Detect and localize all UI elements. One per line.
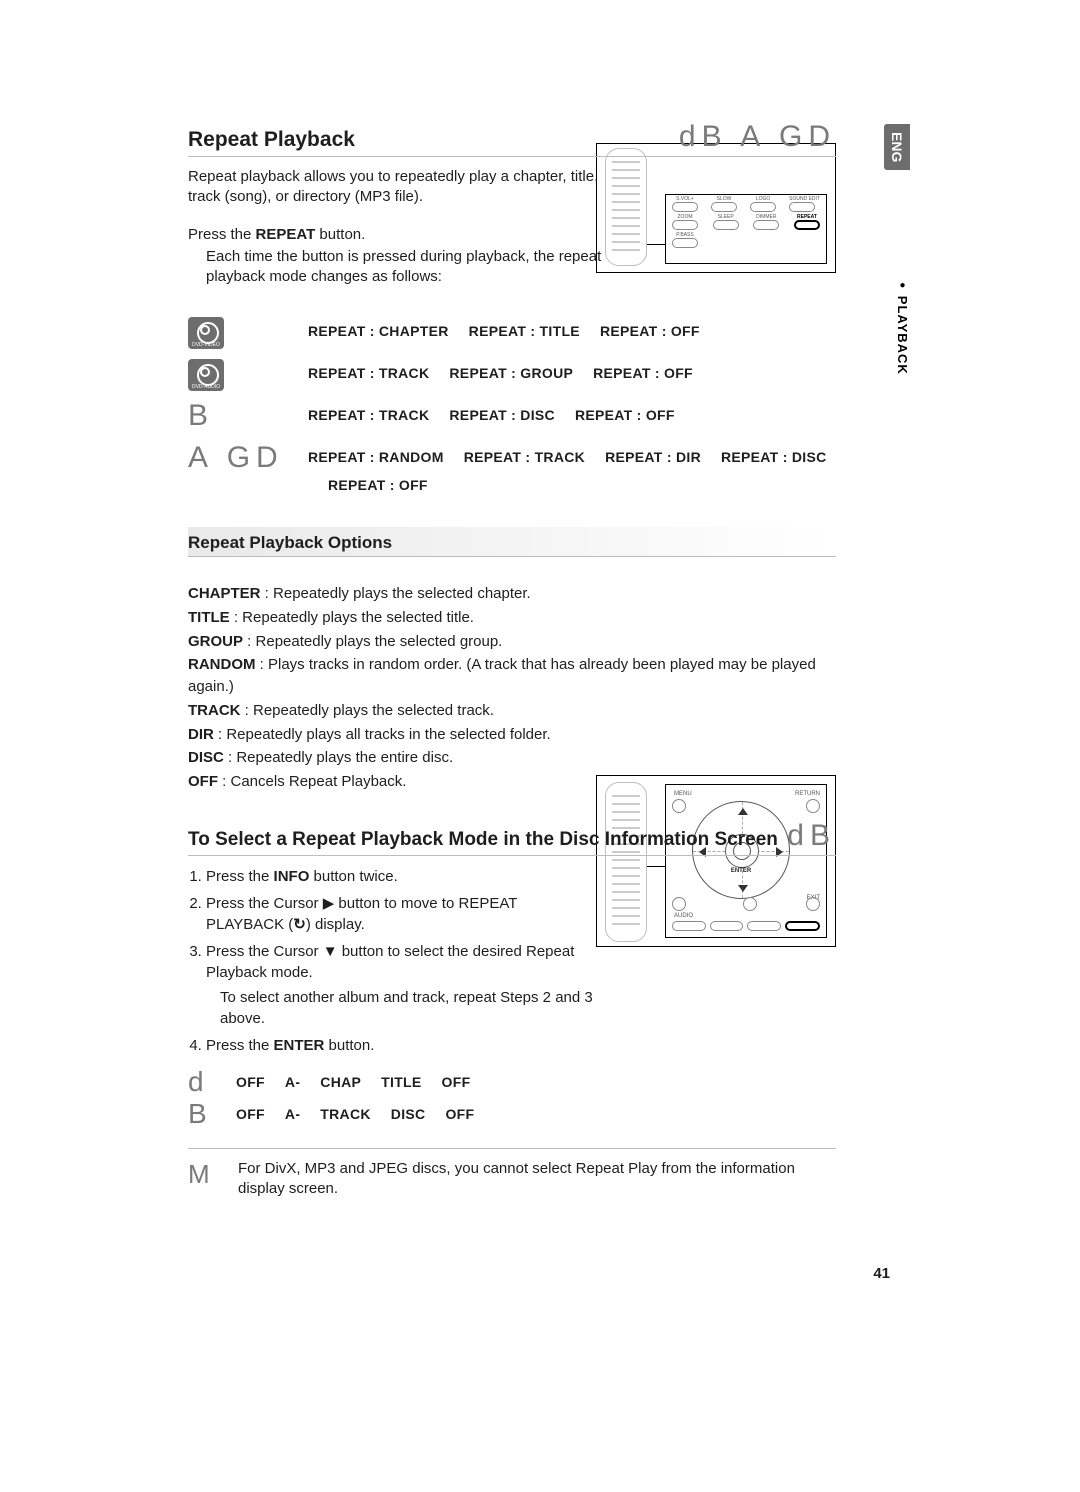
info-keyword: INFO (274, 868, 310, 885)
opt-key: OFF (188, 773, 218, 790)
opt-key: RANDOM (188, 656, 256, 673)
language-tab: ENG (884, 124, 910, 170)
repeat-options-list: CHAPTER : Repeatedly plays the selected … (188, 583, 836, 793)
text: button. (315, 226, 365, 243)
text: Press the (206, 1037, 274, 1054)
mode-item: REPEAT : OFF (308, 477, 428, 493)
mode-row-dvd-audio: DVD-AUDIO REPEAT : TRACK REPEAT : GROUP … (188, 359, 836, 401)
opt-val: : Repeatedly plays the entire disc. (224, 749, 453, 766)
media-glyph: B (188, 1098, 218, 1130)
disc-icon: DVD-VIDEO (188, 317, 224, 349)
media-glyph: B (188, 399, 208, 432)
steps-list: Press the INFO button twice. Press the C… (188, 866, 598, 1056)
note-row: M For DivX, MP3 and JPEG discs, you cann… (188, 1148, 836, 1200)
text: ) display. (306, 916, 365, 933)
intro-paragraph: Repeat playback allows you to repeatedly… (188, 167, 618, 208)
press-repeat-detail: Each time the button is pressed during p… (206, 247, 616, 288)
heading-repeat-options: Repeat Playback Options (188, 527, 836, 557)
heading-repeat-playback: Repeat Playback (188, 128, 355, 152)
page-number: 41 (873, 1265, 890, 1282)
opt-key: TRACK (188, 702, 241, 719)
opt-val: : Cancels Repeat Playback. (218, 773, 406, 790)
mode-item: REPEAT : TITLE (469, 323, 580, 339)
opt-key: DIR (188, 726, 214, 743)
mode-item: REPEAT : TRACK (308, 407, 429, 423)
mode-item: REPEAT : CHAPTER (308, 323, 449, 339)
text: Press the Cursor ▼ button to select the … (206, 943, 574, 981)
note-text: For DivX, MP3 and JPEG discs, you cannot… (238, 1159, 836, 1200)
disc-label: DVD-VIDEO (188, 342, 224, 348)
opt-key: TITLE (188, 609, 230, 626)
text: Press the (188, 226, 256, 243)
mode-row-dvd-video: DVD-VIDEO REPEAT : CHAPTER REPEAT : TITL… (188, 317, 836, 359)
opt-key: DISC (188, 749, 224, 766)
text: To select another album and track, repea… (206, 987, 598, 1029)
step-4: Press the ENTER button. (206, 1035, 598, 1056)
mode-item: REPEAT : OFF (575, 407, 675, 423)
text: button. (324, 1037, 374, 1054)
opt-val: : Repeatedly plays the selected title. (230, 609, 474, 626)
info-mode-item: OFF (442, 1074, 471, 1090)
opt-val: : Repeatedly plays all tracks in the sel… (214, 726, 551, 743)
heading-select-repeat-mode: To Select a Repeat Playback Mode in the … (188, 829, 778, 851)
disc-label: DVD-AUDIO (188, 384, 224, 390)
info-mode-sequences: d OFF A- CHAP TITLE OFF B OFF A- TRACK D… (188, 1066, 836, 1130)
info-mode-item: TRACK (320, 1106, 371, 1122)
mode-item: REPEAT : DISC (449, 407, 555, 423)
media-type-icons: dB (787, 819, 836, 853)
info-mode-item: A- (285, 1106, 300, 1122)
media-glyph: d (188, 1066, 218, 1098)
mode-row-cd: B REPEAT : TRACK REPEAT : DISC REPEAT : … (188, 401, 836, 443)
opt-key: CHAPTER (188, 585, 261, 602)
info-mode-row-dvd: d OFF A- CHAP TITLE OFF (188, 1066, 836, 1098)
info-mode-item: CHAP (320, 1074, 361, 1090)
info-mode-item: OFF (236, 1106, 265, 1122)
media-glyph: A GD (188, 441, 284, 474)
section-tab: PLAYBACK (895, 280, 910, 375)
text: Press the (206, 868, 274, 885)
opt-key: GROUP (188, 633, 243, 650)
press-repeat-line: Press the REPEAT button. (188, 226, 836, 243)
disc-icon: DVD-AUDIO (188, 359, 224, 391)
note-icon: M (188, 1159, 218, 1200)
info-mode-item: A- (285, 1074, 300, 1090)
mode-item: REPEAT : TRACK (308, 365, 429, 381)
opt-val: : Plays tracks in random order. (A track… (188, 656, 816, 695)
mode-row-mp3: A GD REPEAT : RANDOM REPEAT : TRACK REPE… (188, 443, 836, 493)
mode-item: REPEAT : OFF (600, 323, 700, 339)
repeat-keyword: REPEAT (256, 226, 316, 243)
step-2: Press the Cursor ▶ button to move to REP… (206, 893, 598, 935)
mode-item: REPEAT : RANDOM (308, 449, 444, 465)
opt-val: : Repeatedly plays the selected group. (243, 633, 502, 650)
repeat-icon: ↻ (293, 914, 306, 935)
text: button twice. (309, 868, 397, 885)
mode-item: REPEAT : GROUP (449, 365, 573, 381)
info-mode-item: OFF (445, 1106, 474, 1122)
info-mode-item: TITLE (381, 1074, 421, 1090)
mode-item: REPEAT : TRACK (464, 449, 585, 465)
info-mode-item: DISC (391, 1106, 426, 1122)
repeat-modes-table: DVD-VIDEO REPEAT : CHAPTER REPEAT : TITL… (188, 317, 836, 493)
media-type-icons: dB A GD (679, 120, 836, 154)
mode-item: REPEAT : DISC (721, 449, 827, 465)
info-mode-row-cd: B OFF A- TRACK DISC OFF (188, 1098, 836, 1130)
opt-val: : Repeatedly plays the selected track. (241, 702, 494, 719)
step-1: Press the INFO button twice. (206, 866, 598, 887)
opt-val: : Repeatedly plays the selected chapter. (261, 585, 531, 602)
mode-item: REPEAT : OFF (593, 365, 693, 381)
step-3: Press the Cursor ▼ button to select the … (206, 941, 598, 1029)
enter-keyword: ENTER (274, 1037, 325, 1054)
info-mode-item: OFF (236, 1074, 265, 1090)
mode-item: REPEAT : DIR (605, 449, 701, 465)
